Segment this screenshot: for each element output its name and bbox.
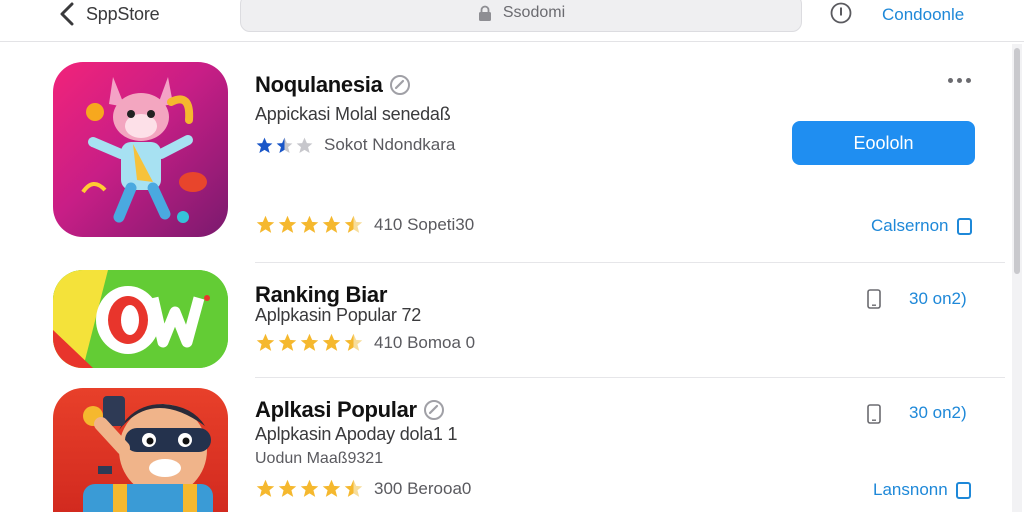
app-extra-3: Uodun Maaß9321 [255, 450, 383, 468]
rating-text-1: Sokot Ndondkara [324, 135, 456, 154]
top-bar: SppStore Ssodomi Condoonle [0, 0, 1024, 42]
back-button[interactable]: SppStore [58, 2, 160, 26]
review-stars-2 [255, 332, 364, 353]
review-count-2: 410 Bomoa 0 [374, 332, 476, 352]
dot-icon [948, 77, 953, 83]
star-half-icon [344, 479, 363, 497]
verified-icon [389, 75, 410, 95]
app-subtitle-3: Aplpkasin Apoday dola1 1 [255, 424, 458, 444]
app-link-1[interactable]: Calsernon [871, 216, 972, 236]
star-icon [256, 215, 275, 233]
more-options-button[interactable] [948, 74, 976, 86]
app-subtitle-2: Aplpkasin Popular 72 [255, 305, 422, 325]
dot-icon [957, 77, 962, 83]
app-extra-3-text: Uodun Maaß9321 [255, 450, 384, 467]
lock-icon [478, 5, 491, 21]
star-icon [256, 333, 275, 351]
search-field[interactable]: Ssodomi [240, 0, 802, 32]
rating-stars-small [255, 136, 314, 155]
app-subtitle-1: Appickasi Molal senedaß [255, 104, 451, 124]
phone-icon [867, 289, 881, 309]
app-title-1-text: Noqulanesia [255, 72, 383, 97]
review-row-3: 300 Berooa0 [255, 478, 471, 499]
chevron-left-icon [60, 2, 74, 26]
review-stars-1 [255, 214, 364, 235]
star-icon [278, 215, 297, 233]
app-icon-ow[interactable] [53, 270, 228, 368]
app-title-3-text: Aplkasi Popular [255, 397, 417, 422]
app-link-1-label: Calsernon [871, 216, 949, 235]
price-2[interactable]: 30 on2) [909, 289, 967, 309]
scrollbar-thumb[interactable] [1014, 48, 1020, 274]
top-right-link[interactable]: Condoonle [882, 5, 964, 25]
review-row-2: 410 Bomoa 0 [255, 332, 475, 353]
star-icon [278, 479, 297, 497]
row-divider [255, 377, 1005, 378]
app-link-3[interactable]: Lansnonn [873, 480, 971, 500]
phone-icon [867, 404, 881, 424]
app-title-3[interactable]: Aplkasi Popular [255, 397, 445, 423]
star-half-icon [344, 215, 363, 233]
star-icon [322, 479, 341, 497]
dot-icon [966, 77, 971, 83]
review-count-3: 300 Berooa0 [374, 478, 472, 498]
app-rating-row-1: Sokot Ndondkara [255, 135, 455, 155]
search-text: Ssodomi [502, 4, 566, 21]
app-icon-hero[interactable] [53, 388, 228, 512]
star-icon [278, 333, 297, 351]
app-icon-fox[interactable] [53, 62, 228, 237]
star-icon [256, 137, 273, 153]
star-icon [322, 333, 341, 351]
fox-character-icon [81, 77, 207, 223]
price-3[interactable]: 30 on2) [909, 403, 967, 423]
star-icon [300, 333, 319, 351]
hero-character-icon [83, 396, 213, 512]
review-row-1: 410 Sopeti30 [255, 214, 474, 235]
star-icon [300, 479, 319, 497]
back-label: SppStore [86, 3, 160, 24]
star-icon [256, 479, 275, 497]
checkbox-icon[interactable] [956, 217, 972, 235]
app-title-1[interactable]: Noqulanesia [255, 72, 411, 98]
review-count-1: 410 Sopeti30 [374, 214, 475, 234]
ow-logo-icon [53, 270, 228, 368]
star-icon [322, 215, 341, 233]
review-stars-3 [255, 478, 364, 499]
scrollbar[interactable] [1012, 44, 1022, 512]
app-link-3-label: Lansnonn [873, 480, 948, 499]
get-button[interactable]: Eoololn [792, 121, 975, 165]
info-icon[interactable] [830, 2, 852, 24]
star-half-icon [276, 137, 293, 153]
row-divider [255, 262, 1005, 263]
checkbox-icon[interactable] [955, 481, 971, 499]
star-icon [300, 215, 319, 233]
verified-icon [423, 400, 444, 420]
star-half-icon [344, 333, 363, 351]
star-empty-icon [296, 137, 313, 153]
